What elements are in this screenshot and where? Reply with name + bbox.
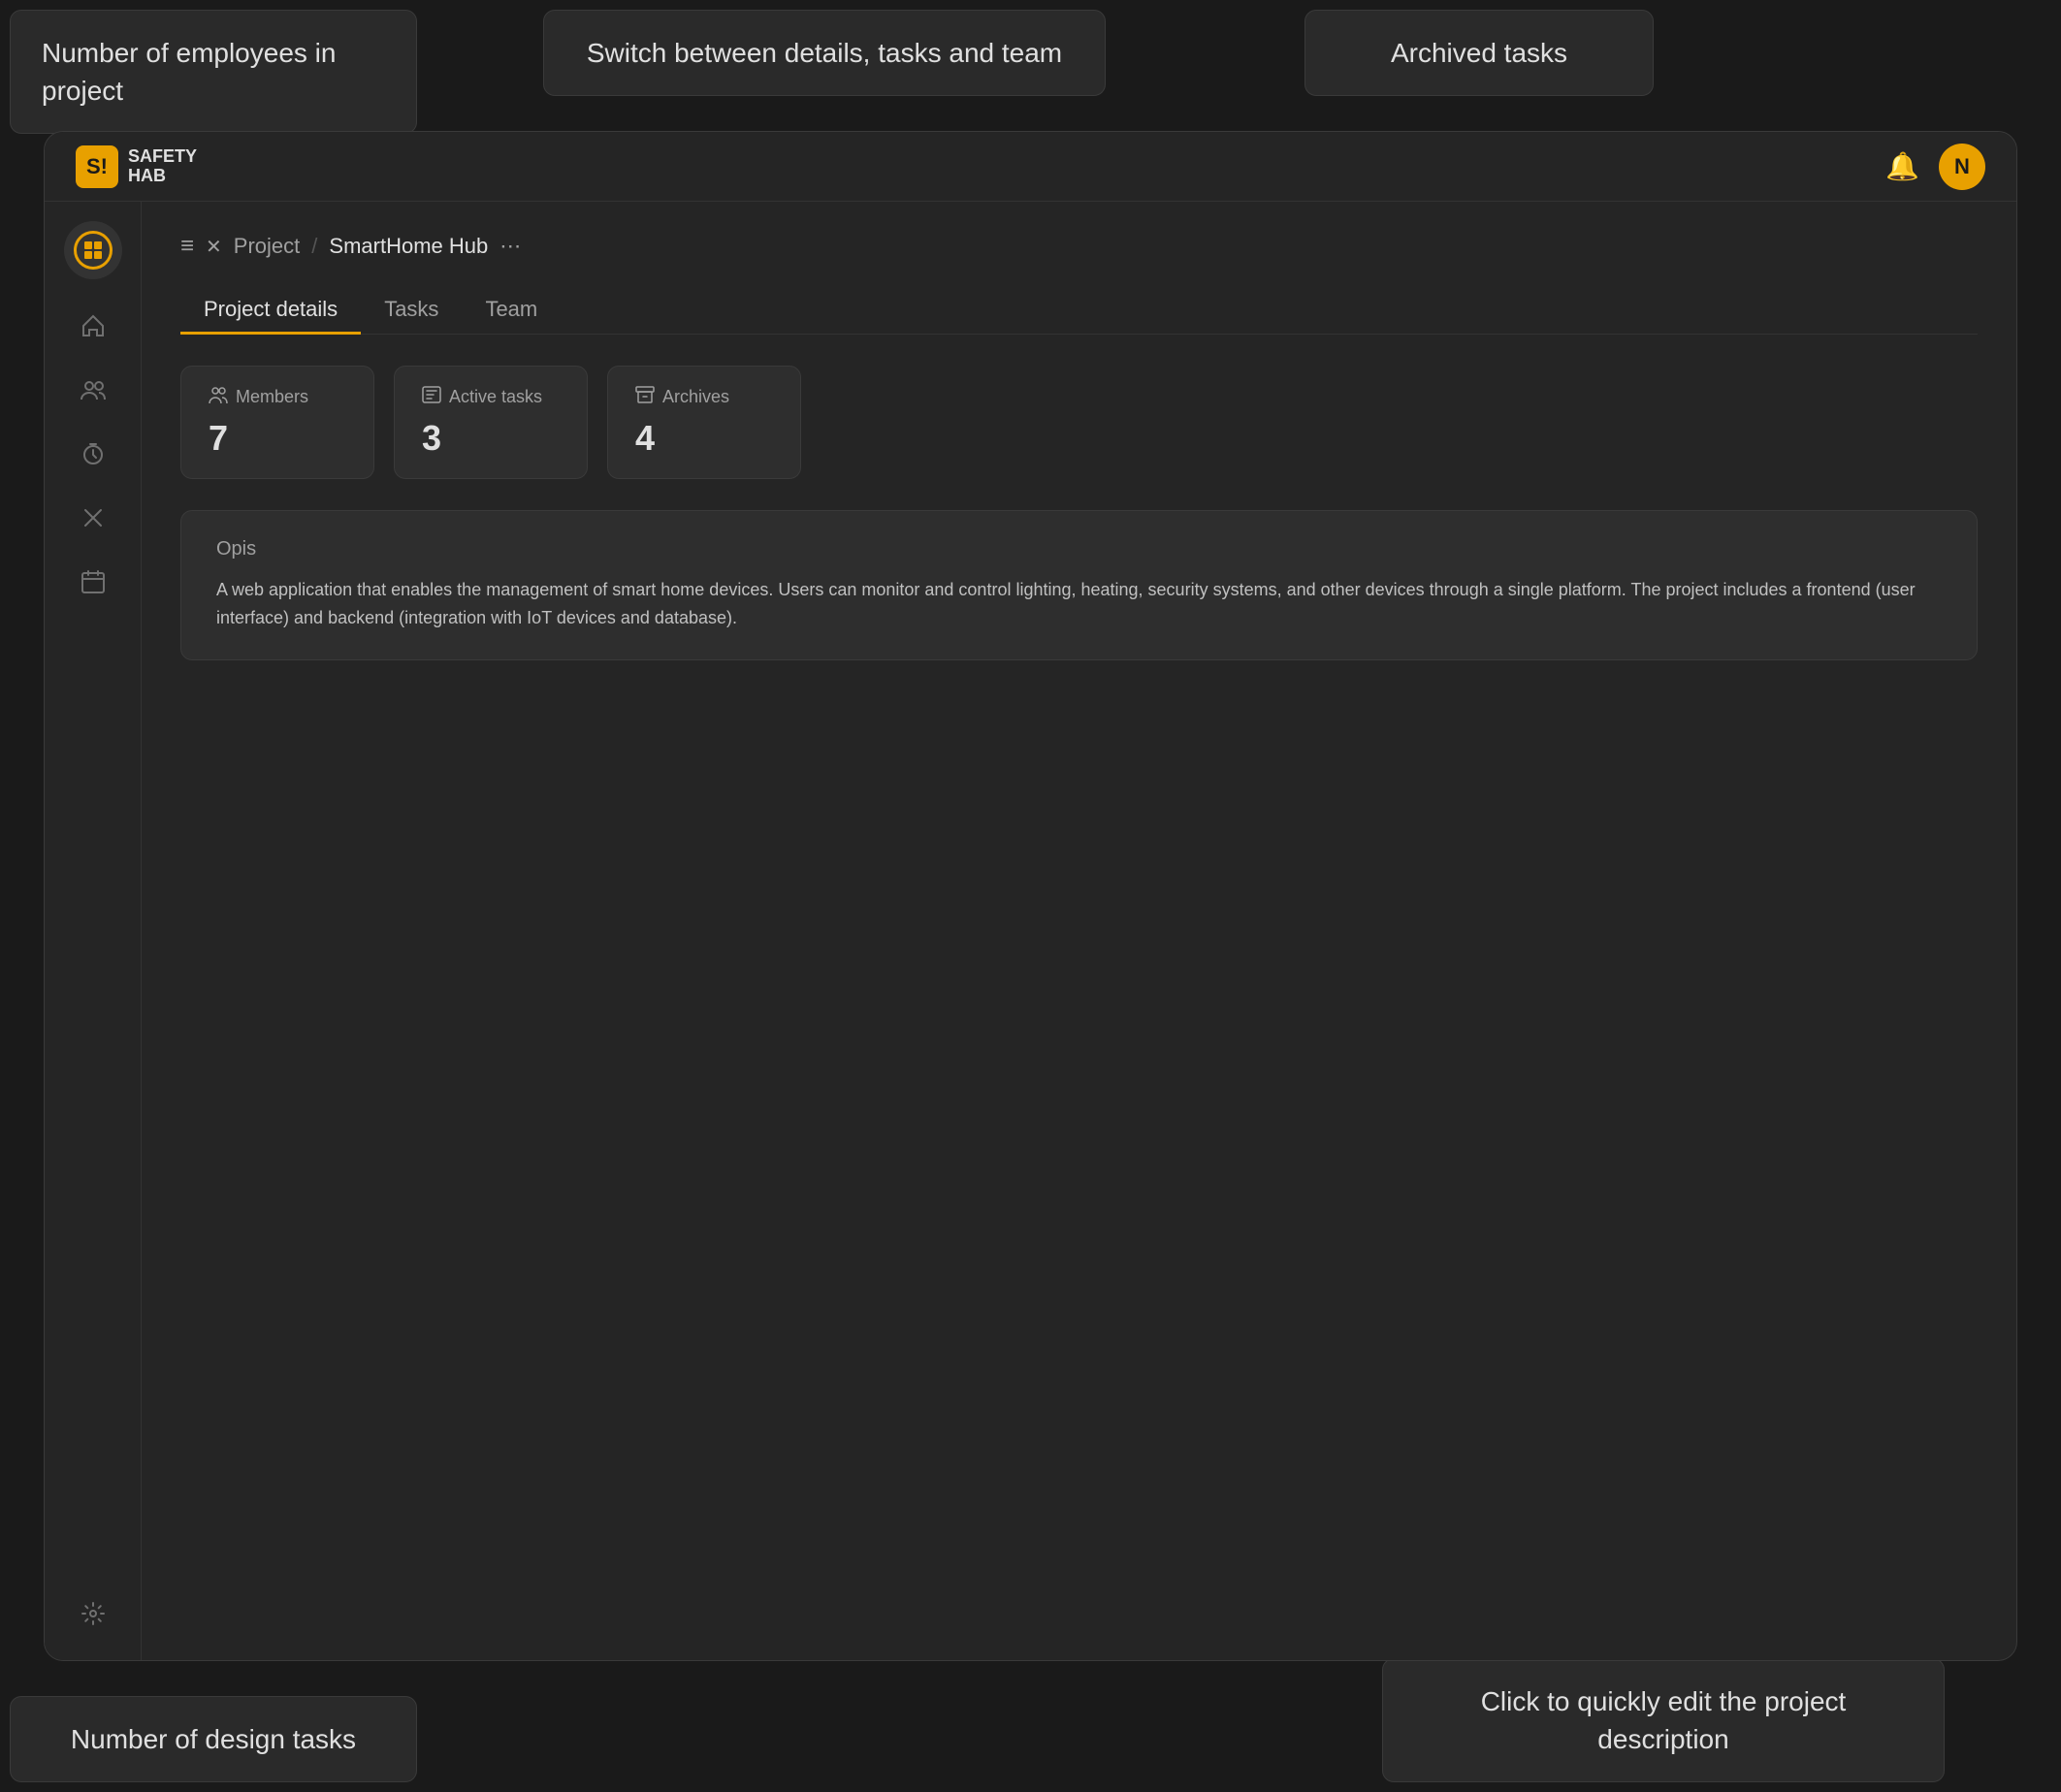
members-card[interactable]: Members 7 [180, 366, 374, 479]
stats-row: Members 7 Active tasks [180, 366, 1978, 479]
app-window: S! SAFETY HAB 🔔 N [44, 131, 2017, 1661]
tooltip-archived-text: Archived tasks [1391, 38, 1567, 68]
bell-icon[interactable]: 🔔 [1885, 150, 1919, 182]
description-area[interactable]: Opis A web application that enables the … [180, 510, 1978, 660]
sidebar-item-team[interactable] [66, 363, 120, 417]
breadcrumb-current-project: SmartHome Hub [329, 234, 488, 259]
sidebar [45, 202, 142, 1660]
breadcrumb-project-link[interactable]: Project [234, 234, 300, 259]
breadcrumb-project-icon: ✕ [206, 235, 222, 259]
logo-icon: S! [76, 145, 118, 188]
tab-project-details[interactable]: Project details [180, 287, 361, 335]
user-avatar[interactable]: N [1939, 144, 1985, 190]
sidebar-item-timer[interactable] [66, 427, 120, 481]
archives-label: Archives [635, 386, 773, 408]
breadcrumb-menu-icon[interactable]: ≡ [180, 233, 194, 260]
archives-icon [635, 386, 655, 408]
active-tasks-label: Active tasks [422, 386, 560, 408]
active-tasks-icon [422, 386, 441, 408]
tabs-navigation: Project details Tasks Team [180, 287, 1978, 335]
active-tasks-card[interactable]: Active tasks 3 [394, 366, 588, 479]
sidebar-logo[interactable] [64, 221, 122, 279]
members-icon [209, 386, 228, 408]
sidebar-item-calendar[interactable] [66, 555, 120, 609]
breadcrumb-more-icon[interactable]: ⋯ [499, 234, 521, 259]
tooltip-switch-tabs: Switch between details, tasks and team [543, 10, 1106, 96]
tooltip-employees: Number of employees in project [10, 10, 417, 134]
tooltip-edit-description-text: Click to quickly edit the project descri… [1481, 1686, 1847, 1754]
top-bar-right: 🔔 N [1885, 144, 1985, 190]
tooltip-switch-tabs-text: Switch between details, tasks and team [587, 38, 1062, 68]
tab-tasks[interactable]: Tasks [361, 287, 462, 335]
tab-team[interactable]: Team [462, 287, 561, 335]
archives-value: 4 [635, 418, 773, 459]
logo-text: SAFETY HAB [128, 147, 197, 186]
sidebar-item-project[interactable] [66, 491, 120, 545]
members-label: Members [209, 386, 346, 408]
members-value: 7 [209, 418, 346, 459]
tooltip-edit-description: Click to quickly edit the project descri… [1382, 1658, 1945, 1782]
breadcrumb: ≡ ✕ Project / SmartHome Hub ⋯ [180, 233, 1978, 260]
content-area: ≡ ✕ Project / SmartHome Hub ⋯ Project de… [142, 202, 2016, 1660]
sidebar-item-home[interactable] [66, 299, 120, 353]
description-text: A web application that enables the manag… [216, 576, 1942, 632]
tooltip-archived: Archived tasks [1304, 10, 1654, 96]
tooltip-design-tasks: Number of design tasks [10, 1696, 417, 1782]
description-title: Opis [216, 538, 1942, 560]
archives-card[interactable]: Archives 4 [607, 366, 801, 479]
tooltip-design-tasks-text: Number of design tasks [71, 1724, 356, 1754]
top-bar: S! SAFETY HAB 🔔 N [45, 132, 2016, 202]
active-tasks-value: 3 [422, 418, 560, 459]
sidebar-item-settings[interactable] [66, 1586, 120, 1641]
tooltip-employees-text: Number of employees in project [42, 38, 336, 106]
breadcrumb-separator: / [311, 234, 317, 259]
main-layout: ≡ ✕ Project / SmartHome Hub ⋯ Project de… [45, 202, 2016, 1660]
logo-area: S! SAFETY HAB [76, 145, 197, 188]
